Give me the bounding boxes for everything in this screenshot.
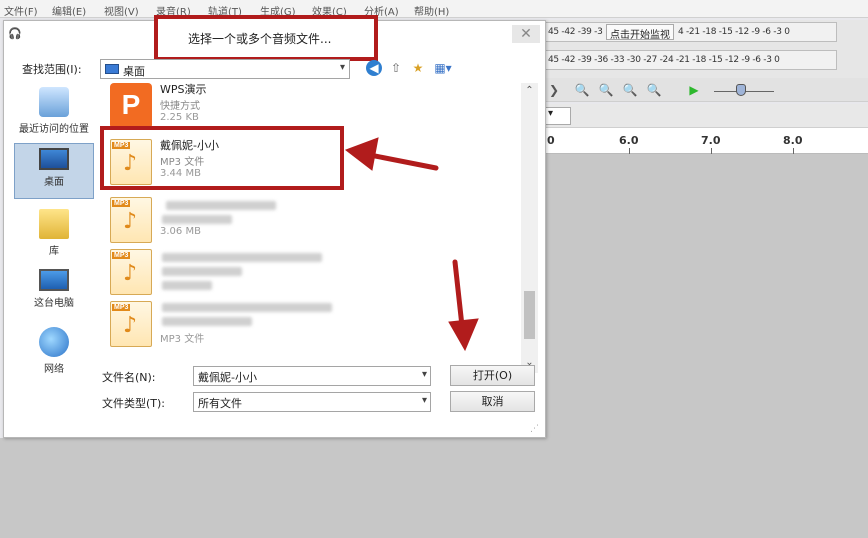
new-folder-icon[interactable]: ★ [410,60,426,76]
ruler-tick: 6.0 [619,134,639,147]
places-bar: 最近访问的位置 桌面 库 这台电脑 网络 [10,83,98,375]
timeline-ruler[interactable]: 0 6.0 7.0 8.0 [545,128,868,154]
mp3-tag: MP3 [112,252,131,259]
file-type: MP3 文件 [160,334,205,345]
ruler-tick: 7.0 [701,134,721,147]
scroll-thumb[interactable] [524,291,535,339]
place-network[interactable]: 网络 [10,327,98,375]
meter-scale: 45 -42 -39 -36 -33 -30 -27 -24 -21 -18 -… [548,55,780,65]
open-file-dialog: 🎧 ✕ 选择一个或多个音频文件... 查找范围(I): 桌面 ▾ ◀ ⇧ ★ ▦… [3,15,546,438]
blurred-text [162,215,232,224]
place-library[interactable]: 库 [10,209,98,257]
place-label: 最近访问的位置 [19,124,89,135]
zoom-out-icon[interactable]: 🔍 [597,81,615,99]
music-note-icon: ♪ [123,261,138,286]
meter-scale: 45 -42 -39 -3 [548,27,603,37]
zoom-in-icon[interactable]: 🔍 [573,81,591,99]
menu-bar: 文件(F) 编辑(E) 视图(V) 录音(R) 轨道(T) 生成(G) 效果(C… [0,0,868,18]
menu-edit[interactable]: 编辑(E) [52,3,86,18]
mp3-file-icon: MP3 ♪ [110,249,152,295]
view-menu-icon[interactable]: ▦▾ [432,60,454,76]
desktop-folder-icon [105,64,119,74]
blurred-text [162,267,242,276]
file-size: 2.25 KB [160,112,199,123]
filename-value: 戴佩妮-小小 [198,371,257,384]
ruler-tick: 0 [547,134,555,147]
filename-input[interactable]: 戴佩妮-小小 ▾ [193,366,431,386]
chevron-down-icon: ▾ [339,62,345,73]
place-label: 网络 [44,364,64,375]
cancel-button[interactable]: 取消 [450,391,535,412]
lookin-label: 查找范围(I): [22,63,82,76]
slider-thumb[interactable] [736,84,746,96]
mp3-tag: MP3 [112,304,131,311]
ruler-tick: 8.0 [783,134,803,147]
play-icon[interactable]: ▶ [685,81,703,99]
place-recent[interactable]: 最近访问的位置 [10,87,98,135]
library-icon [39,209,69,239]
blurred-text [166,201,276,210]
audacity-headphones-icon: 🎧 [8,27,22,40]
selected-file-highlight-box [100,126,344,190]
file-size: 3.06 MB [160,226,201,237]
zoom-fit-icon[interactable]: 🔍 [645,81,663,99]
playback-meter[interactable]: 45 -42 -39 -36 -33 -30 -27 -24 -21 -18 -… [545,50,837,70]
filetype-value: 所有文件 [198,397,242,410]
back-icon[interactable]: ◀ [366,60,382,76]
blurred-text [162,303,332,312]
device-toolbar: ▾ [545,104,868,128]
file-type: 快捷方式 [160,101,200,112]
blurred-text [162,281,212,290]
mp3-file-icon: MP3 ♪ [110,301,152,347]
computer-icon [39,269,69,291]
place-computer[interactable]: 这台电脑 [10,269,98,309]
up-folder-icon[interactable]: ⇧ [388,60,404,76]
network-icon [39,327,69,357]
mp3-file-icon: MP3 ♪ [110,197,152,243]
desktop-icon [39,148,69,170]
mp3-tag: MP3 [112,200,131,207]
menu-view[interactable]: 视图(V) [104,3,139,18]
zoom-selection-icon[interactable]: 🔍 [621,81,639,99]
list-item[interactable]: MP3 ♪ MP3 文件 [106,295,346,351]
music-note-icon: ♪ [123,209,138,234]
menu-file[interactable]: 文件(F) [4,3,38,18]
wps-presentation-icon: P [110,83,152,129]
menu-help[interactable]: 帮助(H) [414,3,449,18]
place-label: 桌面 [44,177,64,188]
open-button[interactable]: 打开(O) [450,365,535,386]
meter-toolbar: 45 -42 -39 -3 点击开始监视 4 -21 -18 -15 -12 -… [545,20,868,78]
start-monitoring-button[interactable]: 点击开始监视 [606,24,674,41]
dropdown-arrow-icon[interactable]: ❯ [545,81,563,99]
blurred-text [162,253,322,262]
dialog-title: 选择一个或多个音频文件... [188,32,332,46]
list-item[interactable]: MP3 ♪ 3.06 MB [106,191,346,247]
chevron-down-icon[interactable]: ▾ [422,369,427,380]
recording-meter[interactable]: 45 -42 -39 -3 点击开始监视 4 -21 -18 -15 -12 -… [545,22,837,42]
playback-toolbar: ❯ 🔍 🔍 🔍 🔍 ▶ [545,78,868,102]
meter-scale-right: 4 -21 -18 -15 -12 -9 -6 -3 0 [678,27,790,37]
title-highlight-box: 选择一个或多个音频文件... [154,15,378,61]
file-name: WPS演示 [160,83,207,96]
filetype-select[interactable]: 所有文件 ▾ [193,392,431,412]
recent-places-icon [39,87,69,117]
track-panel-bottom[interactable] [0,438,868,538]
close-button[interactable]: ✕ [512,25,540,43]
place-label: 库 [49,246,59,257]
blurred-text [162,317,252,326]
resize-grip-icon[interactable]: ⋰ [530,424,539,434]
lookin-value: 桌面 [123,65,145,78]
track-panel[interactable] [545,154,868,438]
filetype-label: 文件类型(T): [102,397,166,410]
vertical-scrollbar[interactable]: ⌃ ⌄ [521,83,538,373]
list-item[interactable]: MP3 ♪ [106,243,346,299]
lookin-dropdown[interactable]: 桌面 ▾ [100,59,350,79]
scroll-up-icon[interactable]: ⌃ [521,85,538,99]
music-note-icon: ♪ [123,313,138,338]
filename-label: 文件名(N): [102,371,156,384]
place-label: 这台电脑 [34,298,74,309]
device-dropdown[interactable]: ▾ [545,107,571,125]
chevron-down-icon[interactable]: ▾ [422,395,427,406]
place-desktop[interactable]: 桌面 [14,143,94,199]
